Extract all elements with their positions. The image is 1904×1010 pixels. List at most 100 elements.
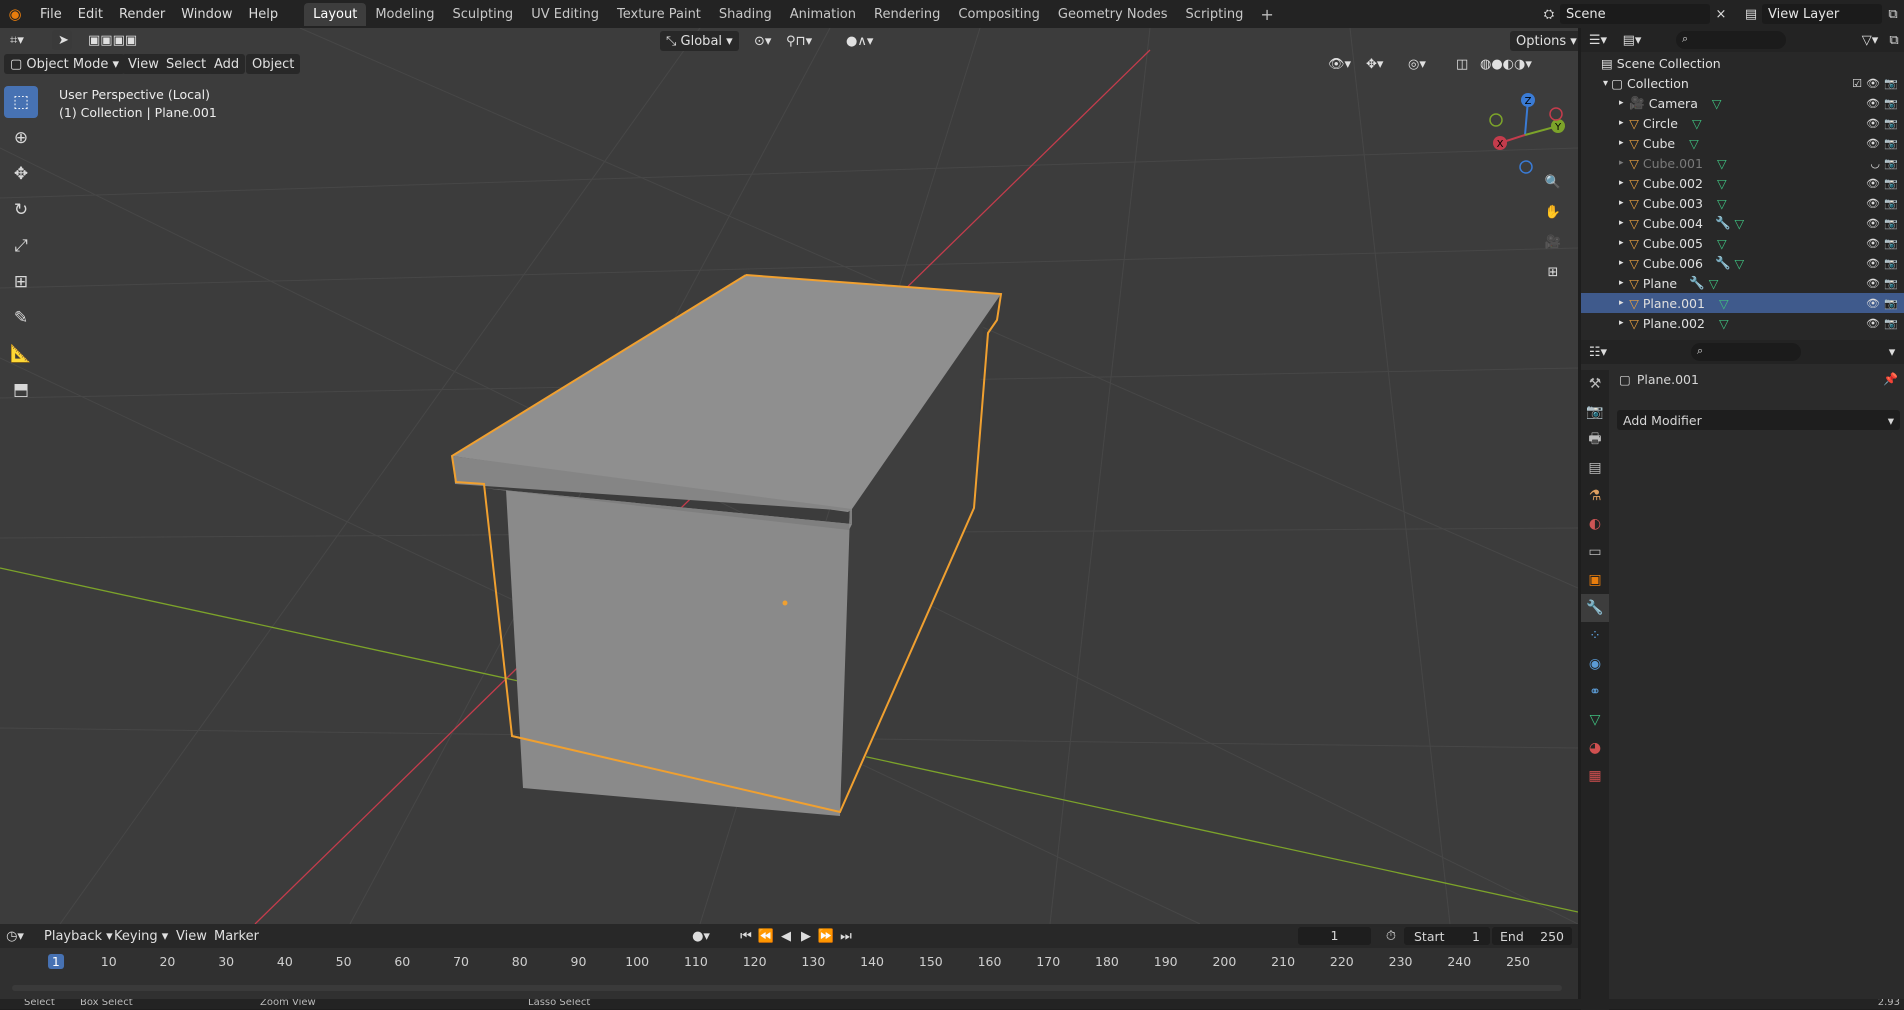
render-camera-icon[interactable]: 📷 <box>1884 217 1898 230</box>
wrench-icon[interactable]: 🔧 <box>1715 215 1731 231</box>
mesh-data-icon[interactable]: ▽ <box>1692 116 1702 131</box>
scale-tool-icon[interactable]: ⤢ <box>4 230 38 262</box>
outliner-item[interactable]: ▸ ▽ Plane.002 ▽ 👁 📷 <box>1581 313 1904 333</box>
expand-arrow-icon[interactable]: ▸ <box>1619 158 1629 168</box>
overlay-toggle-icon[interactable]: ◎▾ <box>1402 54 1432 74</box>
eye-icon[interactable]: 👁 <box>1866 257 1880 270</box>
xray-toggle-icon[interactable]: ◫ <box>1450 54 1474 74</box>
timeline-scrollbar[interactable] <box>12 985 1562 991</box>
eye-icon[interactable]: 👁 <box>1866 77 1880 90</box>
render-camera-icon[interactable]: 📷 <box>1884 257 1898 270</box>
expand-arrow-icon[interactable]: ▸ <box>1619 278 1629 288</box>
mesh-data-icon[interactable]: ▽ <box>1689 136 1699 151</box>
zoom-icon[interactable]: 🔍 <box>1542 172 1564 192</box>
blender-logo-icon[interactable]: ◉ <box>4 3 26 25</box>
menu-window[interactable]: Window <box>173 4 240 25</box>
data-tab-icon[interactable]: ▽ <box>1581 706 1609 734</box>
object-tab-icon[interactable]: ▣ <box>1581 566 1609 594</box>
eye-icon[interactable]: 👁 <box>1866 317 1880 330</box>
properties-search-input[interactable]: ⌕ <box>1691 343 1801 361</box>
shading-mode-icons[interactable]: ◍●◐◑▾ <box>1474 54 1538 74</box>
physics-tab-icon[interactable]: ◉ <box>1581 650 1609 678</box>
menu-file[interactable]: File <box>32 4 70 25</box>
transform-tool-icon[interactable]: ⊞ <box>4 266 38 298</box>
constraints-tab-icon[interactable]: ⚭ <box>1581 678 1609 706</box>
eye-icon[interactable]: 👁 <box>1866 237 1880 250</box>
mesh-data-icon[interactable]: ▽ <box>1717 236 1727 251</box>
scene-selector[interactable]: Scene <box>1560 4 1710 24</box>
mesh-data-icon[interactable]: ▽ <box>1717 156 1727 171</box>
ortho-grid-icon[interactable]: ⊞ <box>1542 262 1564 282</box>
outliner-item[interactable]: ▸ ▽ Cube.004 🔧 ▽ 👁 📷 <box>1581 213 1904 233</box>
measure-tool-icon[interactable]: 📐 <box>4 338 38 370</box>
world-tab-icon[interactable]: ◐ <box>1581 510 1609 538</box>
menu-help[interactable]: Help <box>241 4 287 25</box>
move-tool-icon[interactable]: ✥ <box>4 158 38 190</box>
tab-rendering[interactable]: Rendering <box>865 3 949 26</box>
render-camera-icon[interactable]: 📷 <box>1884 237 1898 250</box>
display-mode-icon[interactable]: ▤▾ <box>1621 30 1643 50</box>
editor-type-icon[interactable]: ⌗▾ <box>4 30 30 50</box>
wrench-icon[interactable]: 🔧 <box>1715 255 1731 271</box>
mesh-data-icon[interactable]: ▽ <box>1719 296 1729 311</box>
gizmo-toggle-icon[interactable]: ✥▾ <box>1360 54 1389 74</box>
tool-tab-icon[interactable]: ⚒ <box>1581 370 1609 398</box>
expand-arrow-icon[interactable]: ▸ <box>1619 198 1629 208</box>
menu-edit[interactable]: Edit <box>70 4 111 25</box>
viewport-menu-object[interactable]: Object <box>246 54 301 74</box>
new-collection-icon[interactable]: ⧉ <box>1883 30 1904 50</box>
eye-icon[interactable]: 👁 <box>1866 277 1880 290</box>
select-tool-icon[interactable]: ➤ <box>52 30 72 50</box>
render-camera-icon[interactable]: 📷 <box>1884 197 1898 210</box>
scene-tab-icon[interactable]: ⚗ <box>1581 482 1609 510</box>
editor-type-icon[interactable]: ☷▾ <box>1587 342 1609 362</box>
render-camera-icon[interactable]: 📷 <box>1884 97 1898 110</box>
playhead[interactable]: 1 <box>47 954 64 969</box>
render-camera-icon[interactable]: 📷 <box>1884 137 1898 150</box>
material-tab-icon[interactable]: ◕ <box>1581 734 1609 762</box>
tab-geometry-nodes[interactable]: Geometry Nodes <box>1049 3 1177 26</box>
render-camera-icon[interactable]: 📷 <box>1884 117 1898 130</box>
eye-icon[interactable]: 👁 <box>1866 197 1880 210</box>
expand-arrow-icon[interactable]: ▸ <box>1619 298 1629 308</box>
outliner-item[interactable]: ▸ ▽ Circle ▽ 👁 📷 <box>1581 113 1904 133</box>
eye-icon[interactable]: 👁 <box>1866 297 1880 310</box>
expand-arrow-icon[interactable]: ▸ <box>1619 218 1629 228</box>
new-view-layer-icon[interactable]: ⧉ <box>1882 4 1904 24</box>
viewport-menu-add[interactable]: Add <box>208 54 246 74</box>
particles-tab-icon[interactable]: ⁘ <box>1581 622 1609 650</box>
output-tab-icon[interactable]: 🖶 <box>1581 426 1609 454</box>
tab-layout[interactable]: Layout <box>304 2 367 26</box>
pan-hand-icon[interactable]: ✋ <box>1542 202 1564 222</box>
expand-arrow-icon[interactable]: ▸ <box>1619 98 1629 108</box>
eye-icon[interactable]: 👁 <box>1866 97 1880 110</box>
modifier-tab-icon[interactable]: 🔧 <box>1581 594 1609 622</box>
pin-icon[interactable]: 📌 <box>1883 372 1898 386</box>
tab-texture-paint[interactable]: Texture Paint <box>608 3 710 26</box>
close-icon[interactable]: × <box>1710 4 1732 24</box>
render-camera-icon[interactable]: 📷 <box>1884 177 1898 190</box>
outliner-item[interactable]: ▸ ▽ Cube.002 ▽ 👁 📷 <box>1581 173 1904 193</box>
chevron-down-icon[interactable]: ▾ <box>1881 342 1903 362</box>
tab-compositing[interactable]: Compositing <box>949 3 1049 26</box>
outliner-item[interactable]: ▸ ▽ Plane.001 ▽ 👁 📷 <box>1581 293 1904 313</box>
add-cube-tool-icon[interactable]: ⬒ <box>4 374 38 406</box>
mode-dropdown[interactable]: ▢ Object Mode ▾ <box>4 54 125 74</box>
mesh-data-icon[interactable]: ▽ <box>1735 256 1745 271</box>
select-box-tool-icon[interactable]: ⬚ <box>4 86 38 118</box>
filter-icon[interactable]: ▽▾ <box>1859 30 1881 50</box>
eye-icon[interactable]: 👁 <box>1866 117 1880 130</box>
menu-render[interactable]: Render <box>111 4 173 25</box>
rotate-tool-icon[interactable]: ↻ <box>4 194 38 226</box>
camera-view-icon[interactable]: 🎥 <box>1542 232 1564 252</box>
eye-closed-icon[interactable]: ◡ <box>1870 157 1880 170</box>
expand-arrow-icon[interactable]: ▸ <box>1619 258 1629 268</box>
scene-icon[interactable]: ⛭ <box>1538 4 1560 24</box>
outliner-scene-collection[interactable]: ▤ Scene Collection <box>1581 53 1904 73</box>
render-camera-icon[interactable]: 📷 <box>1884 297 1898 310</box>
editor-type-icon[interactable]: ☰▾ <box>1587 30 1609 50</box>
cursor-tool-icon[interactable]: ⊕ <box>4 122 38 154</box>
tab-animation[interactable]: Animation <box>781 3 865 26</box>
eye-icon[interactable]: 👁 <box>1866 217 1880 230</box>
expand-arrow-icon[interactable]: ▸ <box>1619 178 1629 188</box>
